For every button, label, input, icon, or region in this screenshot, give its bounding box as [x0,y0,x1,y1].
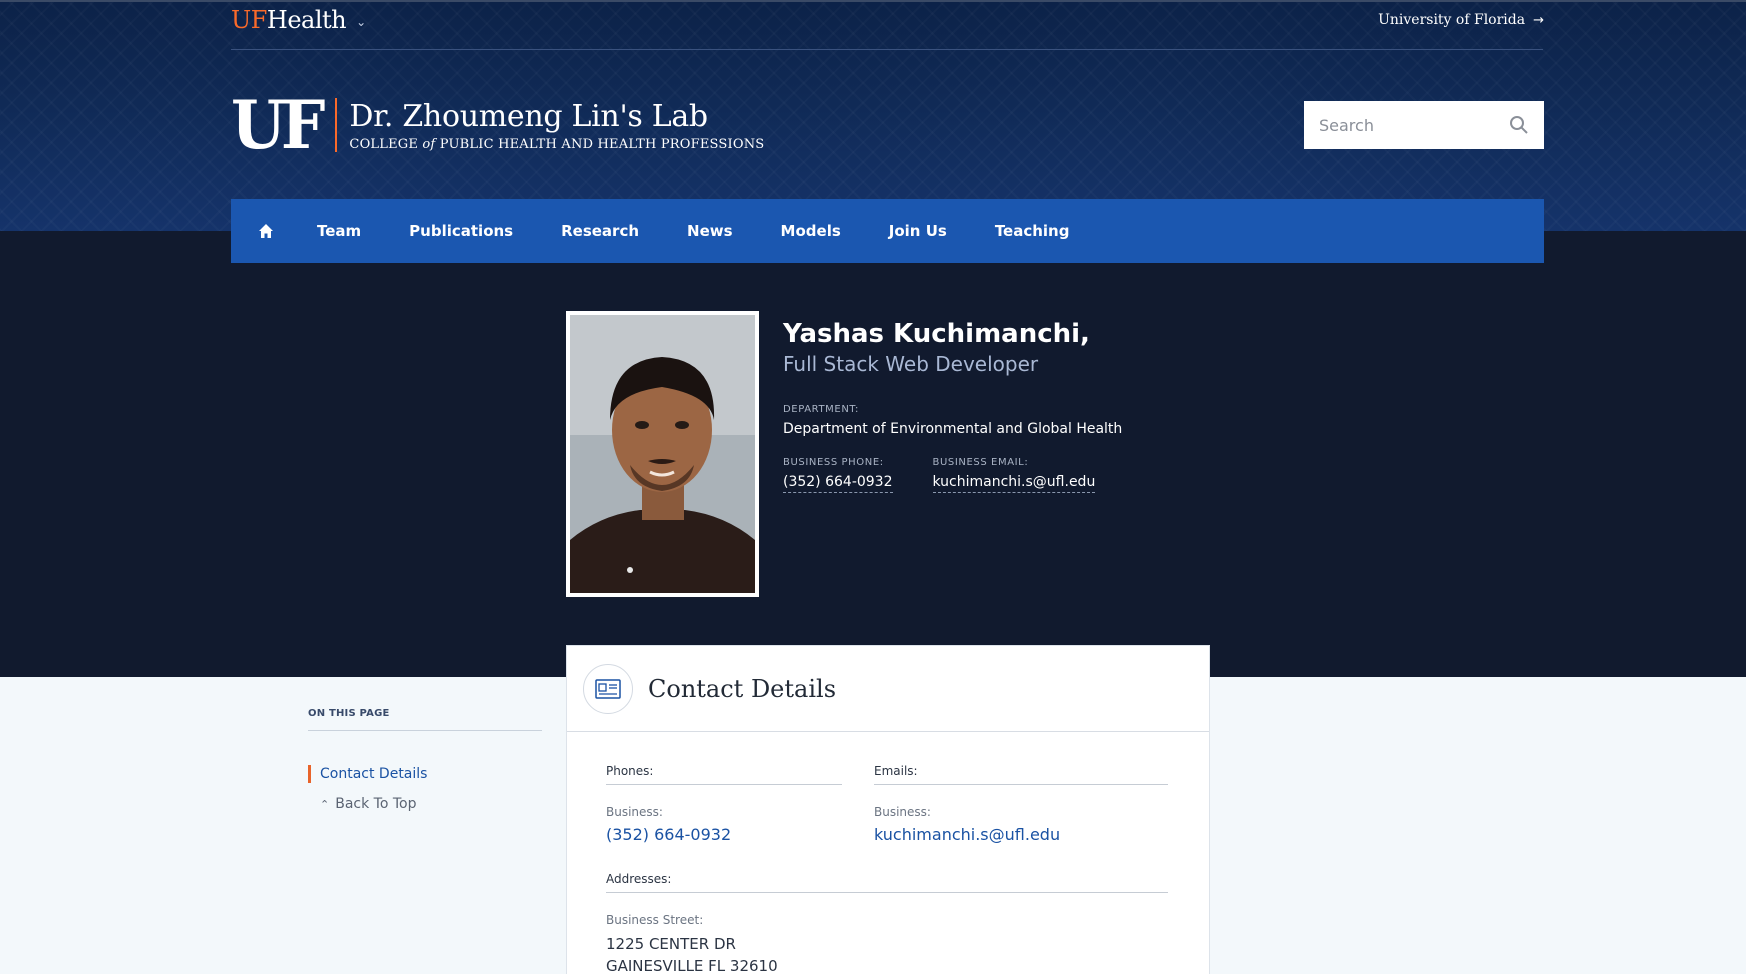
active-indicator [308,765,311,783]
emails-section: Emails: Business: kuchimanchi.s@ufl.edu [874,764,1168,844]
logo-health-text: Health [266,6,347,34]
nav-team[interactable]: Team [317,222,361,240]
lab-brand[interactable]: UF Dr. Zhoumeng Lin's Lab COLLEGE of PUB… [231,92,764,158]
phones-section: Phones: Business: (352) 664-0932 [606,764,842,844]
arrow-right-icon: → [1533,12,1544,28]
uf-health-logo[interactable]: UFHealth [231,6,347,34]
college-post: PUBLIC HEALTH AND HEALTH PROFESSIONS [439,136,765,152]
sidebar-item-label: Contact Details [320,766,428,782]
search-input[interactable] [1319,115,1499,135]
phones-business-label: Business: [606,805,663,819]
id-card-icon [595,678,621,699]
business-email-link[interactable]: kuchimanchi.s@ufl.edu [932,474,1096,493]
phones-heading: Phones: [606,764,842,785]
address-business-label: Business Street: [606,913,704,927]
profile-photo-illustration [570,315,755,593]
nav-research[interactable]: Research [561,222,639,240]
profile-title: Full Stack Web Developer [783,352,1039,376]
department-label: DEPARTMENT: [783,404,859,415]
college-name: COLLEGE of PUBLIC HEALTH AND HEALTH PROF… [349,137,764,152]
top-border [0,0,1746,2]
search-box[interactable] [1304,101,1544,149]
business-phone-link[interactable]: (352) 664-0932 [783,474,893,493]
addresses-section: Addresses: Business Street: 1225 CENTER … [606,872,1168,974]
department-value: Department of Environmental and Global H… [783,421,1123,437]
business-phone-label: BUSINESS PHONE: [783,457,884,468]
business-phone-block: BUSINESS PHONE: (352) 664-0932 [783,457,893,493]
business-contacts: BUSINESS PHONE: (352) 664-0932 BUSINESS … [783,457,1122,493]
profile-photo-frame [566,311,759,597]
profile-info: Yashas Kuchimanchi, Full Stack Web Devel… [783,318,1122,493]
main-nav: Team Publications Research News Models J… [231,199,1544,263]
contact-card-icon-circle [583,663,633,714]
sidebar-item-contact-details[interactable]: Contact Details [308,765,427,783]
department-block: DEPARTMENT: Department of Environmental … [783,404,1122,437]
emails-heading: Emails: [874,764,1168,785]
business-email-block: BUSINESS EMAIL: kuchimanchi.s@ufl.edu [932,457,1096,493]
lab-title[interactable]: Dr. Zhoumeng Lin's Lab [349,99,764,135]
back-to-top-label: Back To Top [335,796,417,812]
university-of-florida-link[interactable]: University of Florida → [1378,12,1544,28]
chevron-down-icon[interactable]: ⌄ [356,15,366,29]
college-pre: COLLEGE [349,136,419,152]
nav-models[interactable]: Models [781,222,841,240]
sidebar-divider [308,730,542,731]
home-icon[interactable] [257,221,277,241]
nav-publications[interactable]: Publications [409,222,513,240]
contact-details-card: Contact Details Phones: Business: (352) … [566,645,1210,974]
lab-title-block: Dr. Zhoumeng Lin's Lab COLLEGE of PUBLIC… [349,99,764,152]
uf-logo[interactable]: UF [231,92,325,158]
college-of: of [422,136,436,152]
emails-business-label: Business: [874,805,931,819]
email-link[interactable]: kuchimanchi.s@ufl.edu [874,825,1168,844]
nav-news[interactable]: News [687,222,733,240]
contact-card-title: Contact Details [648,674,837,703]
uf-health-menu[interactable]: UFHealth ⌄ [231,6,366,34]
nav-teaching[interactable]: Teaching [995,222,1070,240]
logo-uf-text: UF [231,6,267,34]
nav-join-us[interactable]: Join Us [889,222,947,240]
addresses-heading: Addresses: [606,872,1168,893]
address-line-2: GAINESVILLE FL 32610 [606,957,778,974]
contact-card-header: Contact Details [567,646,1209,732]
search-icon[interactable] [1509,115,1529,135]
profile-name: Yashas Kuchimanchi, [783,319,1090,349]
university-link-label: University of Florida [1378,12,1526,28]
business-email-label: BUSINESS EMAIL: [932,457,1029,468]
chevron-up-icon: ⌃ [320,797,330,811]
header-divider [231,49,1543,50]
address-line-1: 1225 CENTER DR [606,935,736,953]
phone-link[interactable]: (352) 664-0932 [606,825,842,844]
brand-divider [335,98,338,152]
address-text: 1225 CENTER DR GAINESVILLE FL 32610 [606,933,1168,974]
back-to-top-link[interactable]: ⌃ Back To Top [320,796,416,812]
profile-photo [570,315,755,593]
on-this-page-heading: ON THIS PAGE [308,708,390,719]
